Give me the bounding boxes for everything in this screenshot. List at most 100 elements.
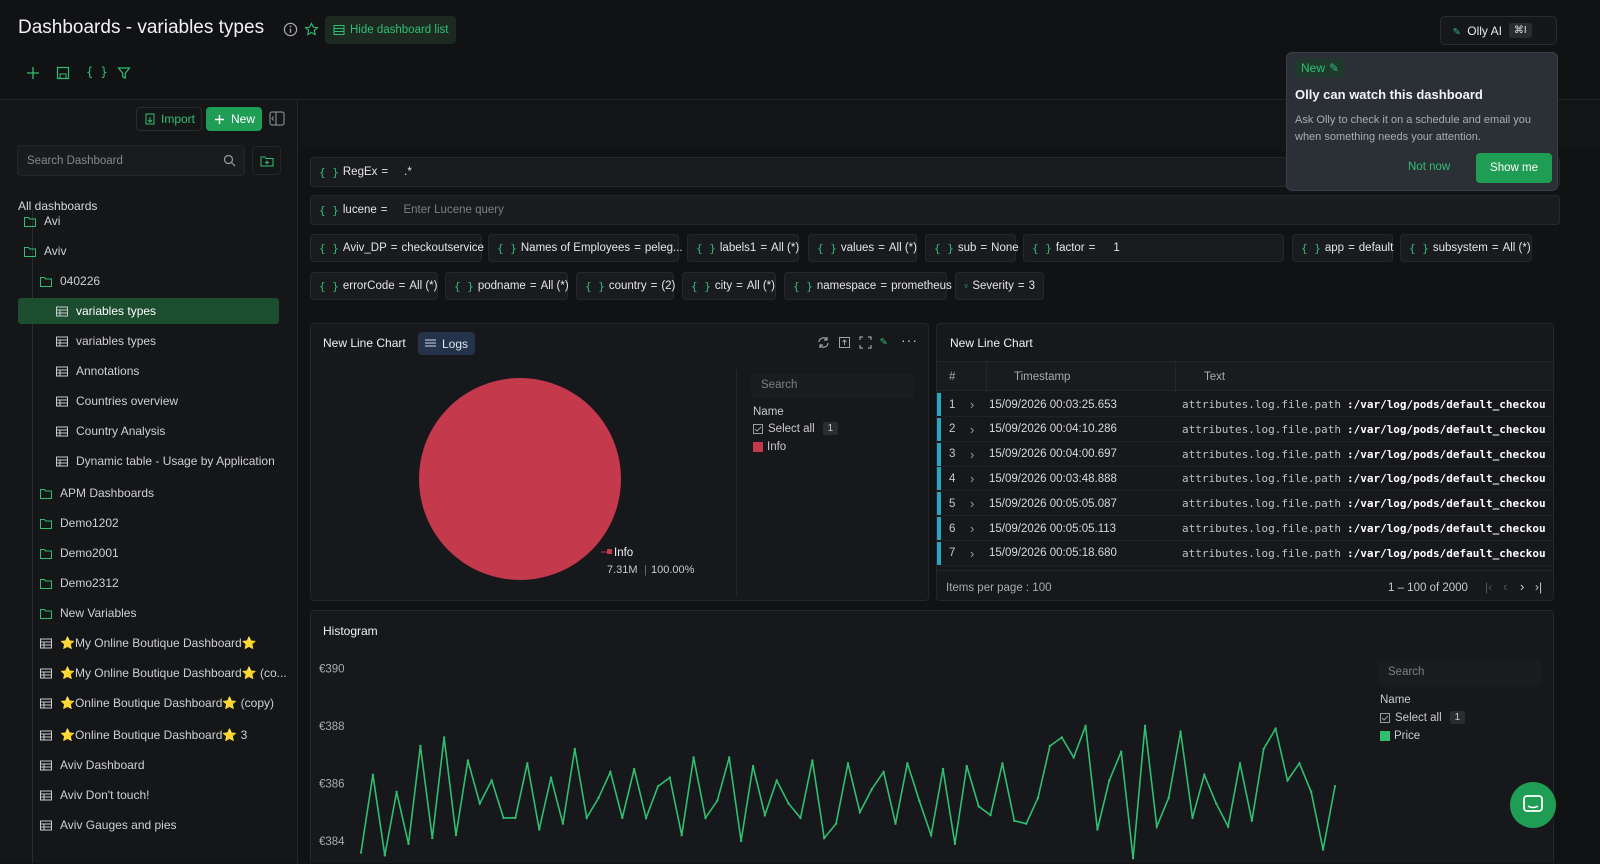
expand-row-icon[interactable]: ›: [970, 471, 989, 486]
variable-chip[interactable]: { } factor = 1: [1023, 234, 1284, 262]
variable-chip[interactable]: { } podname = All (*): [445, 272, 569, 300]
price-data-point[interactable]: [787, 802, 790, 805]
price-data-point[interactable]: [775, 779, 778, 782]
price-data-point[interactable]: [716, 799, 719, 802]
price-data-point[interactable]: [466, 759, 470, 762]
table-row[interactable]: 2 › 15/09/2026 00:04:10.286 attributes.log.…: [937, 417, 1553, 442]
chat-launcher-button[interactable]: [1510, 782, 1556, 828]
sidebar-dashboard-item[interactable]: ⭐Online Boutique Dashboard⭐ (copy): [40, 690, 274, 716]
sidebar-folder[interactable]: New Variables: [40, 600, 136, 626]
price-data-point[interactable]: [1108, 779, 1111, 782]
price-data-point[interactable]: [549, 776, 553, 779]
price-data-point[interactable]: [597, 796, 600, 799]
price-data-point[interactable]: [1001, 762, 1004, 765]
price-data-point[interactable]: [1084, 724, 1087, 727]
price-data-point[interactable]: [1310, 790, 1313, 794]
sidebar-folder[interactable]: Demo1202: [40, 510, 119, 536]
price-data-point[interactable]: [585, 816, 588, 820]
save-icon[interactable]: [56, 66, 70, 80]
price-data-point[interactable]: [811, 759, 814, 762]
sidebar-dashboard-item[interactable]: ⭐Online Boutique Dashboard⭐ 3: [40, 722, 247, 748]
price-data-point[interactable]: [989, 813, 992, 817]
legend-select-all[interactable]: Select all 1: [753, 422, 839, 435]
price-data-point[interactable]: [371, 773, 375, 776]
sidebar-dashboard-item[interactable]: Annotations: [56, 358, 139, 384]
table-row[interactable]: 6 › 15/09/2026 00:05:05.113 attributes.log.…: [937, 516, 1553, 541]
price-data-point[interactable]: [1143, 724, 1147, 727]
price-data-point[interactable]: [442, 736, 446, 739]
sidebar-dashboard-item[interactable]: Countries overview: [56, 388, 178, 414]
price-data-point[interactable]: [834, 822, 838, 825]
column-header-timestamp[interactable]: Timestamp: [1014, 371, 1070, 383]
star-icon[interactable]: [304, 22, 319, 37]
filter-icon[interactable]: [117, 66, 131, 80]
price-data-point[interactable]: [1096, 828, 1099, 831]
price-data-point[interactable]: [573, 747, 576, 751]
price-data-point[interactable]: [609, 770, 612, 774]
sidebar-dashboard-item[interactable]: Dynamic table - Usage by Application: [56, 448, 275, 474]
variable-chip[interactable]: { } labels1 = All (*): [687, 234, 799, 262]
price-data-point[interactable]: [692, 756, 695, 759]
price-data-point[interactable]: [1321, 848, 1325, 851]
expand-row-icon[interactable]: ›: [970, 447, 989, 462]
variable-chip[interactable]: { } values = All (*): [808, 234, 917, 262]
variables-icon[interactable]: { }: [86, 65, 108, 79]
price-data-point[interactable]: [1298, 762, 1301, 765]
prev-page-icon[interactable]: ‹: [1503, 579, 1507, 594]
price-data-point[interactable]: [751, 764, 755, 768]
price-data-point[interactable]: [739, 839, 743, 843]
sidebar-folder[interactable]: Demo2001: [40, 540, 119, 566]
price-data-point[interactable]: [1120, 750, 1123, 753]
price-data-point[interactable]: [941, 767, 945, 771]
price-data-point[interactable]: [858, 811, 862, 814]
import-button[interactable]: Import: [136, 107, 202, 131]
table-row[interactable]: 7 › 15/09/2026 00:05:18.680 attributes.log.…: [937, 541, 1553, 566]
price-data-point[interactable]: [668, 776, 671, 779]
variable-chip[interactable]: Severity = 3: [955, 272, 1044, 300]
pie-slice-info[interactable]: [419, 378, 621, 580]
price-data-point[interactable]: [728, 756, 731, 759]
sidebar-dashboard-item[interactable]: Aviv Gauges and pies: [40, 812, 177, 838]
variable-chip[interactable]: { } Aviv_DP = checkoutservice: [310, 234, 484, 262]
next-page-icon[interactable]: ›: [1520, 579, 1524, 594]
price-series-line[interactable]: [360, 725, 1336, 859]
sidebar-folder[interactable]: Avi: [24, 210, 60, 234]
table-row[interactable]: 5 › 15/09/2026 00:05:05.087 attributes.log.…: [937, 491, 1553, 516]
price-data-point[interactable]: [1131, 857, 1135, 860]
price-data-point[interactable]: [1215, 802, 1218, 805]
sidebar-folder[interactable]: Aviv: [24, 238, 66, 264]
new-folder-button[interactable]: [252, 146, 281, 175]
price-data-point[interactable]: [882, 770, 885, 774]
price-data-point[interactable]: [644, 816, 648, 820]
price-data-point[interactable]: [870, 788, 873, 791]
price-data-point[interactable]: [621, 816, 624, 820]
expand-row-icon[interactable]: ›: [970, 422, 989, 437]
price-data-point[interactable]: [823, 836, 826, 840]
price-data-point[interactable]: [1072, 756, 1075, 759]
price-data-point[interactable]: [1333, 785, 1337, 788]
legend-search-input[interactable]: Search: [1377, 661, 1542, 685]
sidebar-dashboard-item[interactable]: ⭐My Online Boutique Dashboard⭐ (co...: [40, 660, 287, 686]
olly-sparkle-icon[interactable]: ✎: [880, 334, 887, 348]
sidebar-dashboard-item[interactable]: ⭐My Online Boutique Dashboard⭐: [40, 630, 257, 656]
price-data-point[interactable]: [1226, 825, 1230, 828]
sidebar-folder[interactable]: Demo2312: [40, 570, 119, 596]
variable-chip[interactable]: { } city = All (*): [682, 272, 776, 300]
info-icon[interactable]: [283, 22, 298, 37]
sidebar-dashboard-item[interactable]: Country Analysis: [56, 418, 165, 444]
price-data-point[interactable]: [526, 762, 529, 765]
sidebar-dashboard-item[interactable]: Aviv Don't touch!: [40, 782, 149, 808]
price-data-point[interactable]: [1286, 779, 1289, 782]
legend-search-input[interactable]: Search: [751, 374, 914, 398]
export-icon[interactable]: [838, 336, 851, 352]
price-data-point[interactable]: [799, 816, 802, 820]
table-row[interactable]: 4 › 15/09/2026 00:03:48.888 attributes.log.…: [937, 466, 1553, 491]
collapse-panel-icon[interactable]: [269, 111, 285, 126]
more-options-icon[interactable]: ···: [901, 332, 918, 348]
lucene-variable[interactable]: { } lucene = Enter Lucene query: [310, 195, 1560, 225]
price-data-point[interactable]: [953, 842, 957, 846]
price-data-point[interactable]: [1060, 736, 1063, 739]
price-data-point[interactable]: [407, 842, 410, 846]
price-data-point[interactable]: [1036, 796, 1040, 799]
price-data-point[interactable]: [383, 854, 386, 857]
